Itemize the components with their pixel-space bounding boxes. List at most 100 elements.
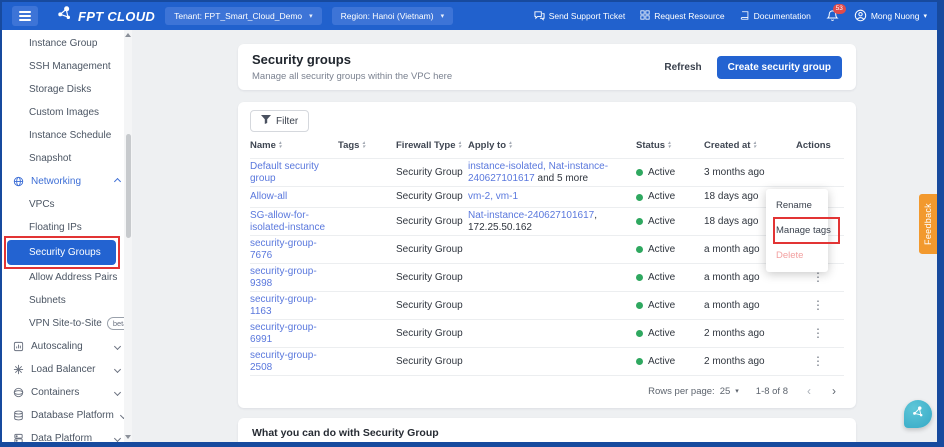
- funnel-filter-icon: [261, 115, 271, 127]
- feedback-tab[interactable]: Feedback: [919, 194, 937, 254]
- status-dot-icon: [636, 193, 643, 201]
- apply-to-link[interactable]: Nat-instance-240627101617: [468, 210, 594, 221]
- security-group-name-link[interactable]: security-group-2508: [250, 350, 317, 373]
- sidebar-item-custom-images[interactable]: Custom Images: [2, 101, 132, 124]
- security-group-name-link[interactable]: security-group-6991: [250, 322, 317, 345]
- info-card-title: What you can do with Security Group: [252, 427, 439, 439]
- status-cell: Active: [636, 167, 704, 179]
- sidebar-item-storage-disks[interactable]: Storage Disks: [2, 78, 132, 101]
- status-cell: Active: [636, 300, 704, 312]
- row-context-menu: Rename Manage tags Delete: [766, 189, 840, 272]
- status-cell: Active: [636, 356, 704, 368]
- chevron-down-icon: ▾: [735, 388, 739, 395]
- column-header-name[interactable]: Name ▴ ▾: [250, 140, 338, 151]
- page-title: Security groups: [252, 52, 351, 67]
- region-selector[interactable]: Region: Hanoi (Vietnam) ▾: [331, 7, 454, 25]
- table-row: security-group-2508 Security Group Activ…: [250, 347, 844, 375]
- context-menu-manage-tags[interactable]: Manage tags: [766, 217, 840, 244]
- scroll-up-arrow-icon[interactable]: [125, 33, 131, 37]
- column-header-status[interactable]: Status ▴ ▾: [636, 140, 704, 151]
- sort-icon[interactable]: ▴ ▾: [279, 141, 282, 149]
- sort-icon[interactable]: ▴ ▾: [668, 141, 671, 149]
- filter-button[interactable]: Filter: [250, 110, 310, 132]
- sort-icon[interactable]: ▴ ▾: [362, 141, 365, 149]
- globe-network-icon: [12, 176, 24, 188]
- create-security-group-button[interactable]: Create security group: [716, 55, 842, 79]
- data-platform-icon: [12, 433, 24, 442]
- sidebar-item-vpcs[interactable]: VPCs: [2, 193, 132, 216]
- rows-per-page-select[interactable]: Rows per page: 25 ▾: [648, 386, 739, 397]
- page-subtitle: Manage all security groups within the VP…: [252, 71, 453, 82]
- firewall-type-cell: Security Group: [396, 355, 463, 367]
- security-group-name-link[interactable]: security-group-7676: [250, 238, 317, 261]
- security-group-name-link[interactable]: Allow-all: [250, 191, 287, 202]
- table-row: security-group-7676 Security Group Activ…: [250, 235, 844, 263]
- security-group-name-link[interactable]: security-group-1163: [250, 294, 317, 317]
- table-header-row: Name ▴ ▾ Tags ▴ ▾ Firewall Type ▴ ▾ Apply to ▴ ▾…: [250, 132, 844, 158]
- tenant-selector[interactable]: Tenant: FPT_Smart_Cloud_Demo ▾: [165, 7, 322, 25]
- row-actions-kebab-icon[interactable]: ⋮: [796, 326, 824, 340]
- notification-count-badge: 53: [832, 3, 846, 14]
- context-menu-rename[interactable]: Rename: [766, 193, 828, 218]
- context-menu-delete[interactable]: Delete: [766, 243, 828, 268]
- security-groups-table-card: Filter Name ▴ ▾ Tags ▴ ▾ Firewall Type ▴ ▾ App…: [238, 102, 856, 408]
- scrollbar-thumb[interactable]: [126, 134, 131, 238]
- sidebar-section-autoscaling[interactable]: Autoscaling: [2, 335, 132, 358]
- sidebar-section-database-platform[interactable]: Database Platform: [2, 404, 132, 427]
- column-header-apply-to[interactable]: Apply to ▴ ▾: [468, 140, 636, 151]
- sidebar-item-floating-ips[interactable]: Floating IPs: [2, 216, 132, 239]
- sidebar-item-instance-schedule[interactable]: Instance Schedule: [2, 124, 132, 147]
- created-at-cell: 3 months ago: [704, 166, 765, 178]
- column-header-created-at[interactable]: Created at ▴ ▾: [704, 140, 796, 151]
- request-resource-link[interactable]: Request Resource: [640, 10, 725, 22]
- support-chat-fab[interactable]: [904, 400, 932, 428]
- sort-icon[interactable]: ▴ ▾: [509, 141, 512, 149]
- sidebar-item-allow-address-pairs[interactable]: Allow Address Pairs: [2, 266, 132, 289]
- next-page-button[interactable]: ›: [830, 384, 838, 398]
- user-avatar-icon: [854, 9, 867, 24]
- notifications-bell-icon[interactable]: 53: [826, 3, 846, 24]
- sidebar-item-subnets[interactable]: Subnets: [2, 289, 132, 312]
- sort-icon[interactable]: ▴ ▾: [753, 141, 756, 149]
- send-support-ticket-link[interactable]: Send Support Ticket: [534, 10, 625, 23]
- table-row: SG-allow-for-isolated-instance Security …: [250, 207, 844, 235]
- sidebar-scrollbar[interactable]: [124, 30, 132, 442]
- refresh-button[interactable]: Refresh: [664, 62, 701, 73]
- sidebar-section-networking[interactable]: Networking: [2, 170, 132, 193]
- firewall-type-cell: Security Group: [396, 166, 463, 178]
- sidebar-section-load-balancer[interactable]: Load Balancer: [2, 358, 132, 381]
- status-dot-icon: [636, 330, 643, 337]
- scroll-down-arrow-icon[interactable]: [125, 435, 131, 439]
- sort-icon[interactable]: ▴ ▾: [458, 141, 461, 149]
- hamburger-menu-icon[interactable]: [12, 6, 38, 26]
- security-group-name-link[interactable]: SG-allow-for-isolated-instance: [250, 210, 325, 233]
- status-cell: Active: [636, 272, 704, 284]
- documentation-link[interactable]: Documentation: [740, 10, 811, 23]
- chevron-down-icon: [113, 342, 122, 351]
- user-menu[interactable]: Mong Nuong ▾: [854, 9, 927, 24]
- sidebar-item-security-groups[interactable]: Security Groups: [4, 236, 120, 269]
- status-dot-icon: [636, 358, 643, 365]
- column-header-firewall-type[interactable]: Firewall Type ▴ ▾: [396, 140, 468, 151]
- column-header-tags[interactable]: Tags ▴ ▾: [338, 140, 396, 151]
- sidebar-item-vpn-site-to-site[interactable]: VPN Site-to-Site beta: [2, 312, 132, 335]
- security-group-name-link[interactable]: security-group-9398: [250, 266, 317, 289]
- apply-to-link[interactable]: vm-2, vm-1: [468, 191, 518, 202]
- page-header-card: Security groups Manage all security grou…: [238, 44, 856, 90]
- sidebar-section-containers[interactable]: Containers: [2, 381, 132, 404]
- status-dot-icon: [636, 246, 643, 253]
- sidebar-item-instance-group[interactable]: Instance Group: [2, 32, 132, 55]
- security-group-name-link[interactable]: Default security group: [250, 161, 319, 184]
- firewall-type-cell: Security Group: [396, 215, 463, 227]
- molecule-chat-icon: [911, 405, 925, 424]
- chevron-down-icon: ▾: [440, 13, 445, 20]
- row-actions-kebab-icon[interactable]: ⋮: [796, 298, 824, 312]
- sidebar-section-data-platform[interactable]: Data Platform: [2, 427, 132, 442]
- chevron-down-icon: [113, 434, 122, 442]
- previous-page-button[interactable]: ‹: [805, 384, 813, 398]
- sidebar-item-ssh-management[interactable]: SSH Management: [2, 55, 132, 78]
- sidebar-item-snapshot[interactable]: Snapshot: [2, 147, 132, 170]
- row-actions-kebab-icon[interactable]: ⋮: [796, 354, 824, 368]
- pagination-range: 1-8 of 8: [755, 385, 788, 397]
- fpt-cloud-logo: FPT CLOUD: [56, 5, 155, 27]
